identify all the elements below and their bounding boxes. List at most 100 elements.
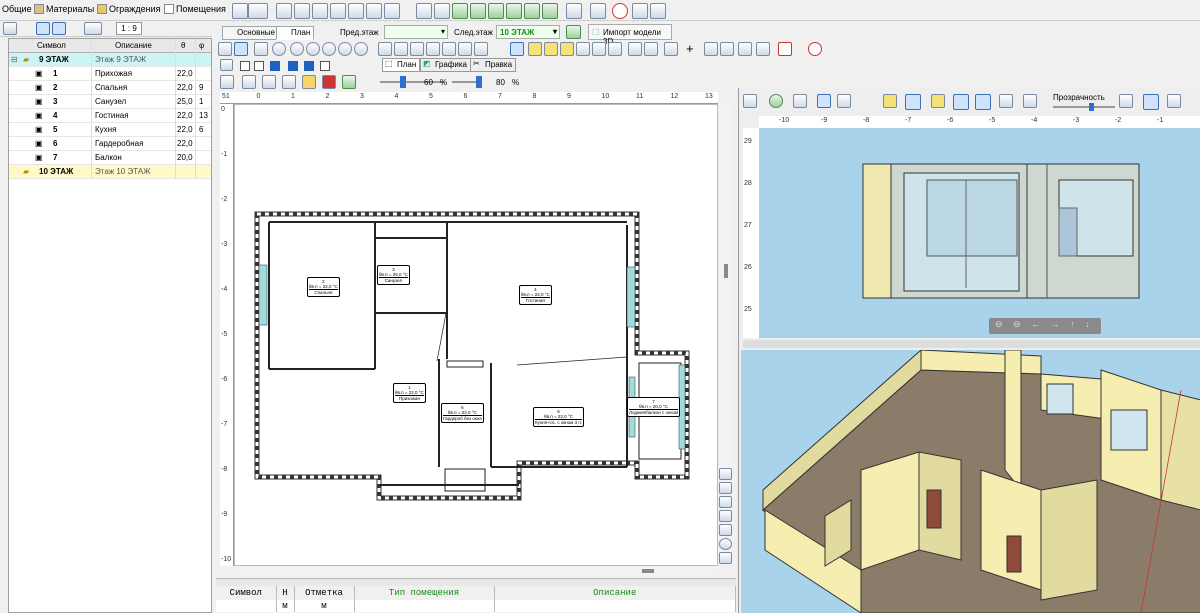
checkbox[interactable] <box>304 61 314 71</box>
frame-icon[interactable] <box>738 42 752 56</box>
color-icon[interactable] <box>322 75 336 89</box>
checkbox[interactable] <box>320 61 330 71</box>
wall-icon[interactable] <box>442 42 456 56</box>
navigation-bar[interactable]: ⊖ ⊖ ← → ↑ ↓ <box>989 318 1101 334</box>
wall-icon[interactable] <box>394 42 408 56</box>
scale-field[interactable]: 1 : 9 <box>116 22 142 35</box>
zoom-in-icon[interactable] <box>290 42 304 56</box>
search-icon[interactable] <box>719 538 732 550</box>
next-floor-select[interactable]: 10 ЭТАЖ ▾ <box>496 25 560 39</box>
col-description[interactable]: Описание <box>494 586 736 600</box>
tool-icon[interactable] <box>719 524 732 536</box>
plan-canvas[interactable]: 2 θв.п = 22,0 °C Спальня 3 θв.п = 25,0 °C Сан… <box>234 104 718 566</box>
col-room-type[interactable]: Тип помещения <box>354 586 495 600</box>
tree-view-icon[interactable] <box>52 22 66 35</box>
tab-plan[interactable]: План <box>276 26 315 40</box>
zoom-window-icon[interactable] <box>322 42 336 56</box>
prev-floor-select[interactable]: ▾ <box>384 25 448 39</box>
auto-icon[interactable] <box>36 22 50 35</box>
scroll-thumb[interactable] <box>724 264 728 278</box>
settings-icon[interactable] <box>590 3 606 19</box>
slider-thumb[interactable] <box>1089 103 1094 111</box>
tool-icon[interactable] <box>719 468 732 480</box>
view-top-canvas[interactable]: ⊖ ⊖ ← → ↑ ↓ <box>759 128 1200 338</box>
layer-icon[interactable] <box>220 59 233 71</box>
align-icon[interactable] <box>720 42 734 56</box>
splitter[interactable] <box>216 578 736 586</box>
plan-hscroll[interactable] <box>234 566 718 576</box>
tool-icon[interactable] <box>719 496 732 508</box>
room-label[interactable]: 6 θв.п = 22,0 °C Гардероб без окна <box>441 403 484 423</box>
grid-icon[interactable] <box>294 3 310 19</box>
col-symbol[interactable]: Символ <box>216 586 277 600</box>
stop-icon[interactable] <box>808 42 822 56</box>
hierarchy-icon[interactable] <box>84 22 102 35</box>
room-label[interactable]: 1 θв.п = 22,0 °C Прихожая <box>393 383 426 403</box>
view-3d-canvas[interactable] <box>741 350 1200 613</box>
chart-icon[interactable] <box>488 3 504 19</box>
door-icon[interactable] <box>366 3 382 19</box>
transparency-slider[interactable] <box>1053 103 1115 111</box>
align-icon[interactable] <box>704 42 718 56</box>
room-row[interactable]: ▣ 2 Спальня 22,0 9 <box>9 81 211 95</box>
col-f[interactable]: φ <box>199 41 204 50</box>
calc-icon[interactable] <box>566 3 582 19</box>
slider-thumb[interactable] <box>476 76 482 88</box>
view-icon[interactable] <box>905 94 921 110</box>
wall-icon[interactable] <box>474 42 488 56</box>
zoom-out-icon[interactable] <box>306 42 320 56</box>
house-icon[interactable] <box>931 94 945 108</box>
col-symbol[interactable]: Символ <box>37 41 66 50</box>
window-icon[interactable] <box>592 42 606 56</box>
col-h[interactable]: Н <box>276 586 295 600</box>
splitter-3d[interactable] <box>743 340 1200 348</box>
tool-icon[interactable] <box>778 42 792 56</box>
zoom-all-icon[interactable] <box>354 42 368 56</box>
view-icon[interactable] <box>953 94 969 110</box>
menu-rooms[interactable]: Помещения <box>164 4 226 14</box>
palette-icon[interactable] <box>769 94 783 108</box>
tool-icon[interactable] <box>719 510 732 522</box>
dropdown-icon[interactable] <box>248 3 268 19</box>
import-3d-button[interactable]: ⬚Импорт модели 3D <box>588 24 672 46</box>
copy-icon[interactable] <box>628 42 642 56</box>
wall-icon[interactable] <box>1023 94 1037 108</box>
room-label[interactable]: 5 θв.п = 22,0 °C Кухня-гос. с окном 3 п. <box>533 407 585 427</box>
chart-icon[interactable] <box>452 3 468 19</box>
chart-icon[interactable] <box>542 3 558 19</box>
window-icon[interactable] <box>330 3 346 19</box>
zoom-slider-2[interactable] <box>452 76 482 88</box>
doc-icon[interactable] <box>232 3 248 19</box>
floor-row[interactable]: ⊟ ▰ 9 ЭТАЖ Этаж 9 ЭТАЖ <box>9 53 211 67</box>
copy-icon[interactable] <box>644 42 658 56</box>
section-icon[interactable] <box>282 75 296 89</box>
plan-icon[interactable] <box>220 75 234 89</box>
table-icon[interactable] <box>434 3 450 19</box>
list-icon[interactable] <box>632 3 648 19</box>
room-row[interactable]: ▣ 4 Гостиная 22,0 13 <box>9 109 211 123</box>
stop-icon[interactable] <box>612 3 628 19</box>
view-tab-graphics[interactable]: ◩ Графика <box>420 58 471 72</box>
zoom-slider-1[interactable] <box>380 76 444 88</box>
tool-icon[interactable] <box>719 552 732 564</box>
axes-icon[interactable] <box>1143 94 1159 110</box>
window-icon[interactable] <box>608 42 622 56</box>
room-label[interactable]: 7 θв.п = 20,0 °C Лоджия/балкон с окном <box>627 397 681 417</box>
scroll-thumb[interactable] <box>642 569 654 573</box>
room-label[interactable]: 4 θв.п = 22,0 °C Гостиная <box>519 285 552 305</box>
fill-icon[interactable] <box>302 75 316 89</box>
view-icon[interactable] <box>999 94 1013 108</box>
section-icon[interactable] <box>262 75 276 89</box>
zoom-fit-icon[interactable] <box>272 42 286 56</box>
chart-icon[interactable] <box>470 3 486 19</box>
col-level[interactable]: Отметка <box>294 586 355 600</box>
door-icon[interactable] <box>384 3 400 19</box>
col-desc[interactable]: Описание <box>115 41 152 50</box>
collapse-icon[interactable]: ⊟ <box>11 55 18 64</box>
slider-thumb[interactable] <box>400 76 406 88</box>
wall-icon[interactable] <box>410 42 424 56</box>
menu-barriers[interactable]: Ограждения <box>97 4 160 14</box>
crosshair-icon[interactable]: + <box>686 41 694 56</box>
room-fill-icon[interactable] <box>544 42 558 56</box>
view-tab-plan[interactable]: ⬚ План <box>382 58 421 72</box>
